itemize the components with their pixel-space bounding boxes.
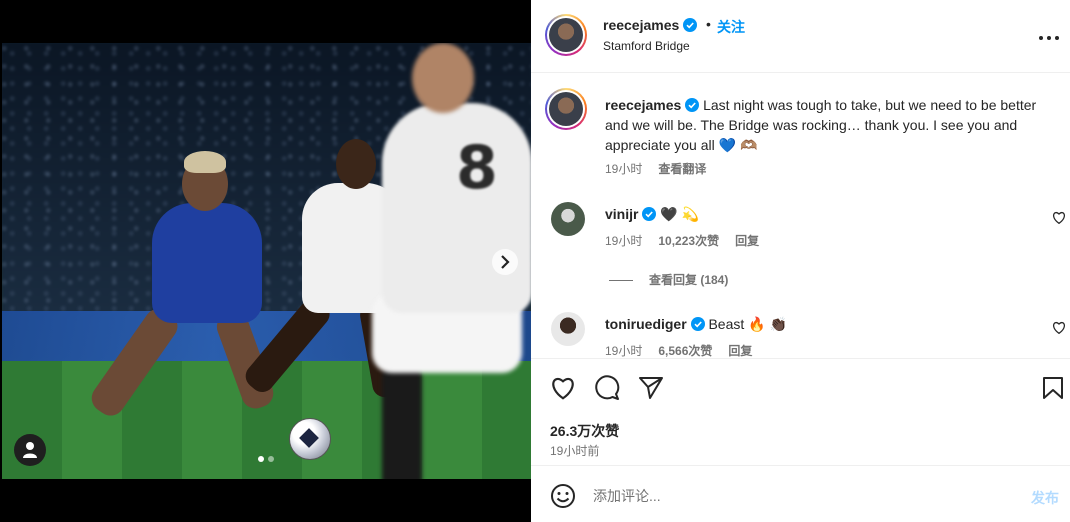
share-button[interactable] [637,375,665,403]
comment-time[interactable]: 19小时 [605,344,642,358]
separator-dot: • [706,16,711,32]
location-link[interactable]: Stamford Bridge [603,39,690,53]
reply-button[interactable]: 回复 [735,234,759,248]
chevron-right-icon [501,255,510,269]
commenter-username[interactable]: toniruediger [605,316,687,332]
next-image-button[interactable] [492,249,518,275]
comment-body: Beast 🔥 👏🏿 [708,316,787,332]
comment-icon [595,375,620,400]
comment-text: vinijr 🖤 💫 [605,204,1055,224]
media-pane: 8 [0,0,531,522]
add-comment-bar: 发布 [531,467,1070,522]
verified-badge-icon [685,98,700,112]
caption-username[interactable]: reecejames [605,97,681,113]
comments-list[interactable]: reecejames Last night was tough to take,… [531,74,1070,358]
comment-button[interactable] [593,375,621,403]
commenter-avatar[interactable] [551,202,585,236]
comment-meta: 19小时 10,223次赞 回复 [605,232,759,249]
likes-count[interactable]: 26.3万次赞 [550,421,619,441]
comment-likes[interactable]: 10,223次赞 [658,234,719,248]
translate-button[interactable]: 查看翻译 [658,162,706,176]
instagram-post-modal: 8 reecejames • 关注 Stamford Bridge reecej… [0,0,1070,522]
verified-badge-icon [642,207,657,221]
emoji-button[interactable] [550,483,576,509]
like-button[interactable] [549,375,577,403]
caption-meta: 19小时 查看翻译 [605,160,706,177]
more-options-button[interactable] [1037,26,1061,46]
author-username[interactable]: reecejames [603,17,698,33]
carousel-indicator [258,456,274,462]
caption-time[interactable]: 19小时 [605,162,642,176]
user-icon [23,442,37,458]
like-comment-button[interactable] [1051,321,1067,337]
more-horizontal-icon [1039,35,1059,40]
comment-meta: 19小时 6,566次赞 回复 [605,342,752,358]
post-details-panel: reecejames • 关注 Stamford Bridge reecejam… [531,0,1070,522]
follow-button[interactable]: 关注 [717,17,745,37]
caption-avatar[interactable] [545,88,587,130]
commenter-username[interactable]: vinijr [605,206,638,222]
like-comment-button[interactable] [1051,211,1067,227]
bookmark-icon [1043,376,1063,399]
carousel-dot [268,456,274,462]
post-header: reecejames • 关注 Stamford Bridge [531,0,1070,73]
heart-icon [1053,321,1065,335]
save-button[interactable] [1039,375,1067,403]
post-photo[interactable]: 8 [2,43,531,479]
comment-text: toniruediger Beast 🔥 👏🏿 [605,314,1055,334]
football [289,418,331,460]
tagged-users-button[interactable] [14,434,46,466]
comment-likes[interactable]: 6,566次赞 [658,344,712,358]
post-time[interactable]: 19小时前 [550,442,599,459]
replies-divider [609,280,633,282]
author-avatar[interactable] [545,14,587,56]
emoji-icon [551,484,575,508]
heart-icon [552,377,574,400]
post-actions: 26.3万次赞 19小时前 [531,358,1070,466]
comment-body: 🖤 💫 [660,206,700,222]
carousel-dot-active [258,456,264,462]
verified-badge-icon [690,317,705,331]
post-comment-button[interactable]: 发布 [1031,488,1059,508]
jersey-number: 8 [456,133,498,203]
heart-icon [1053,211,1065,225]
comment-time[interactable]: 19小时 [605,234,642,248]
send-icon [639,376,663,399]
caption-text: reecejames Last night was tough to take,… [605,95,1055,155]
comment-input[interactable] [593,481,1013,511]
reply-button[interactable]: 回复 [728,344,752,358]
verified-badge-icon [683,18,698,32]
commenter-avatar[interactable] [551,312,585,346]
view-replies-button[interactable]: 查看回复 (184) [609,271,728,288]
